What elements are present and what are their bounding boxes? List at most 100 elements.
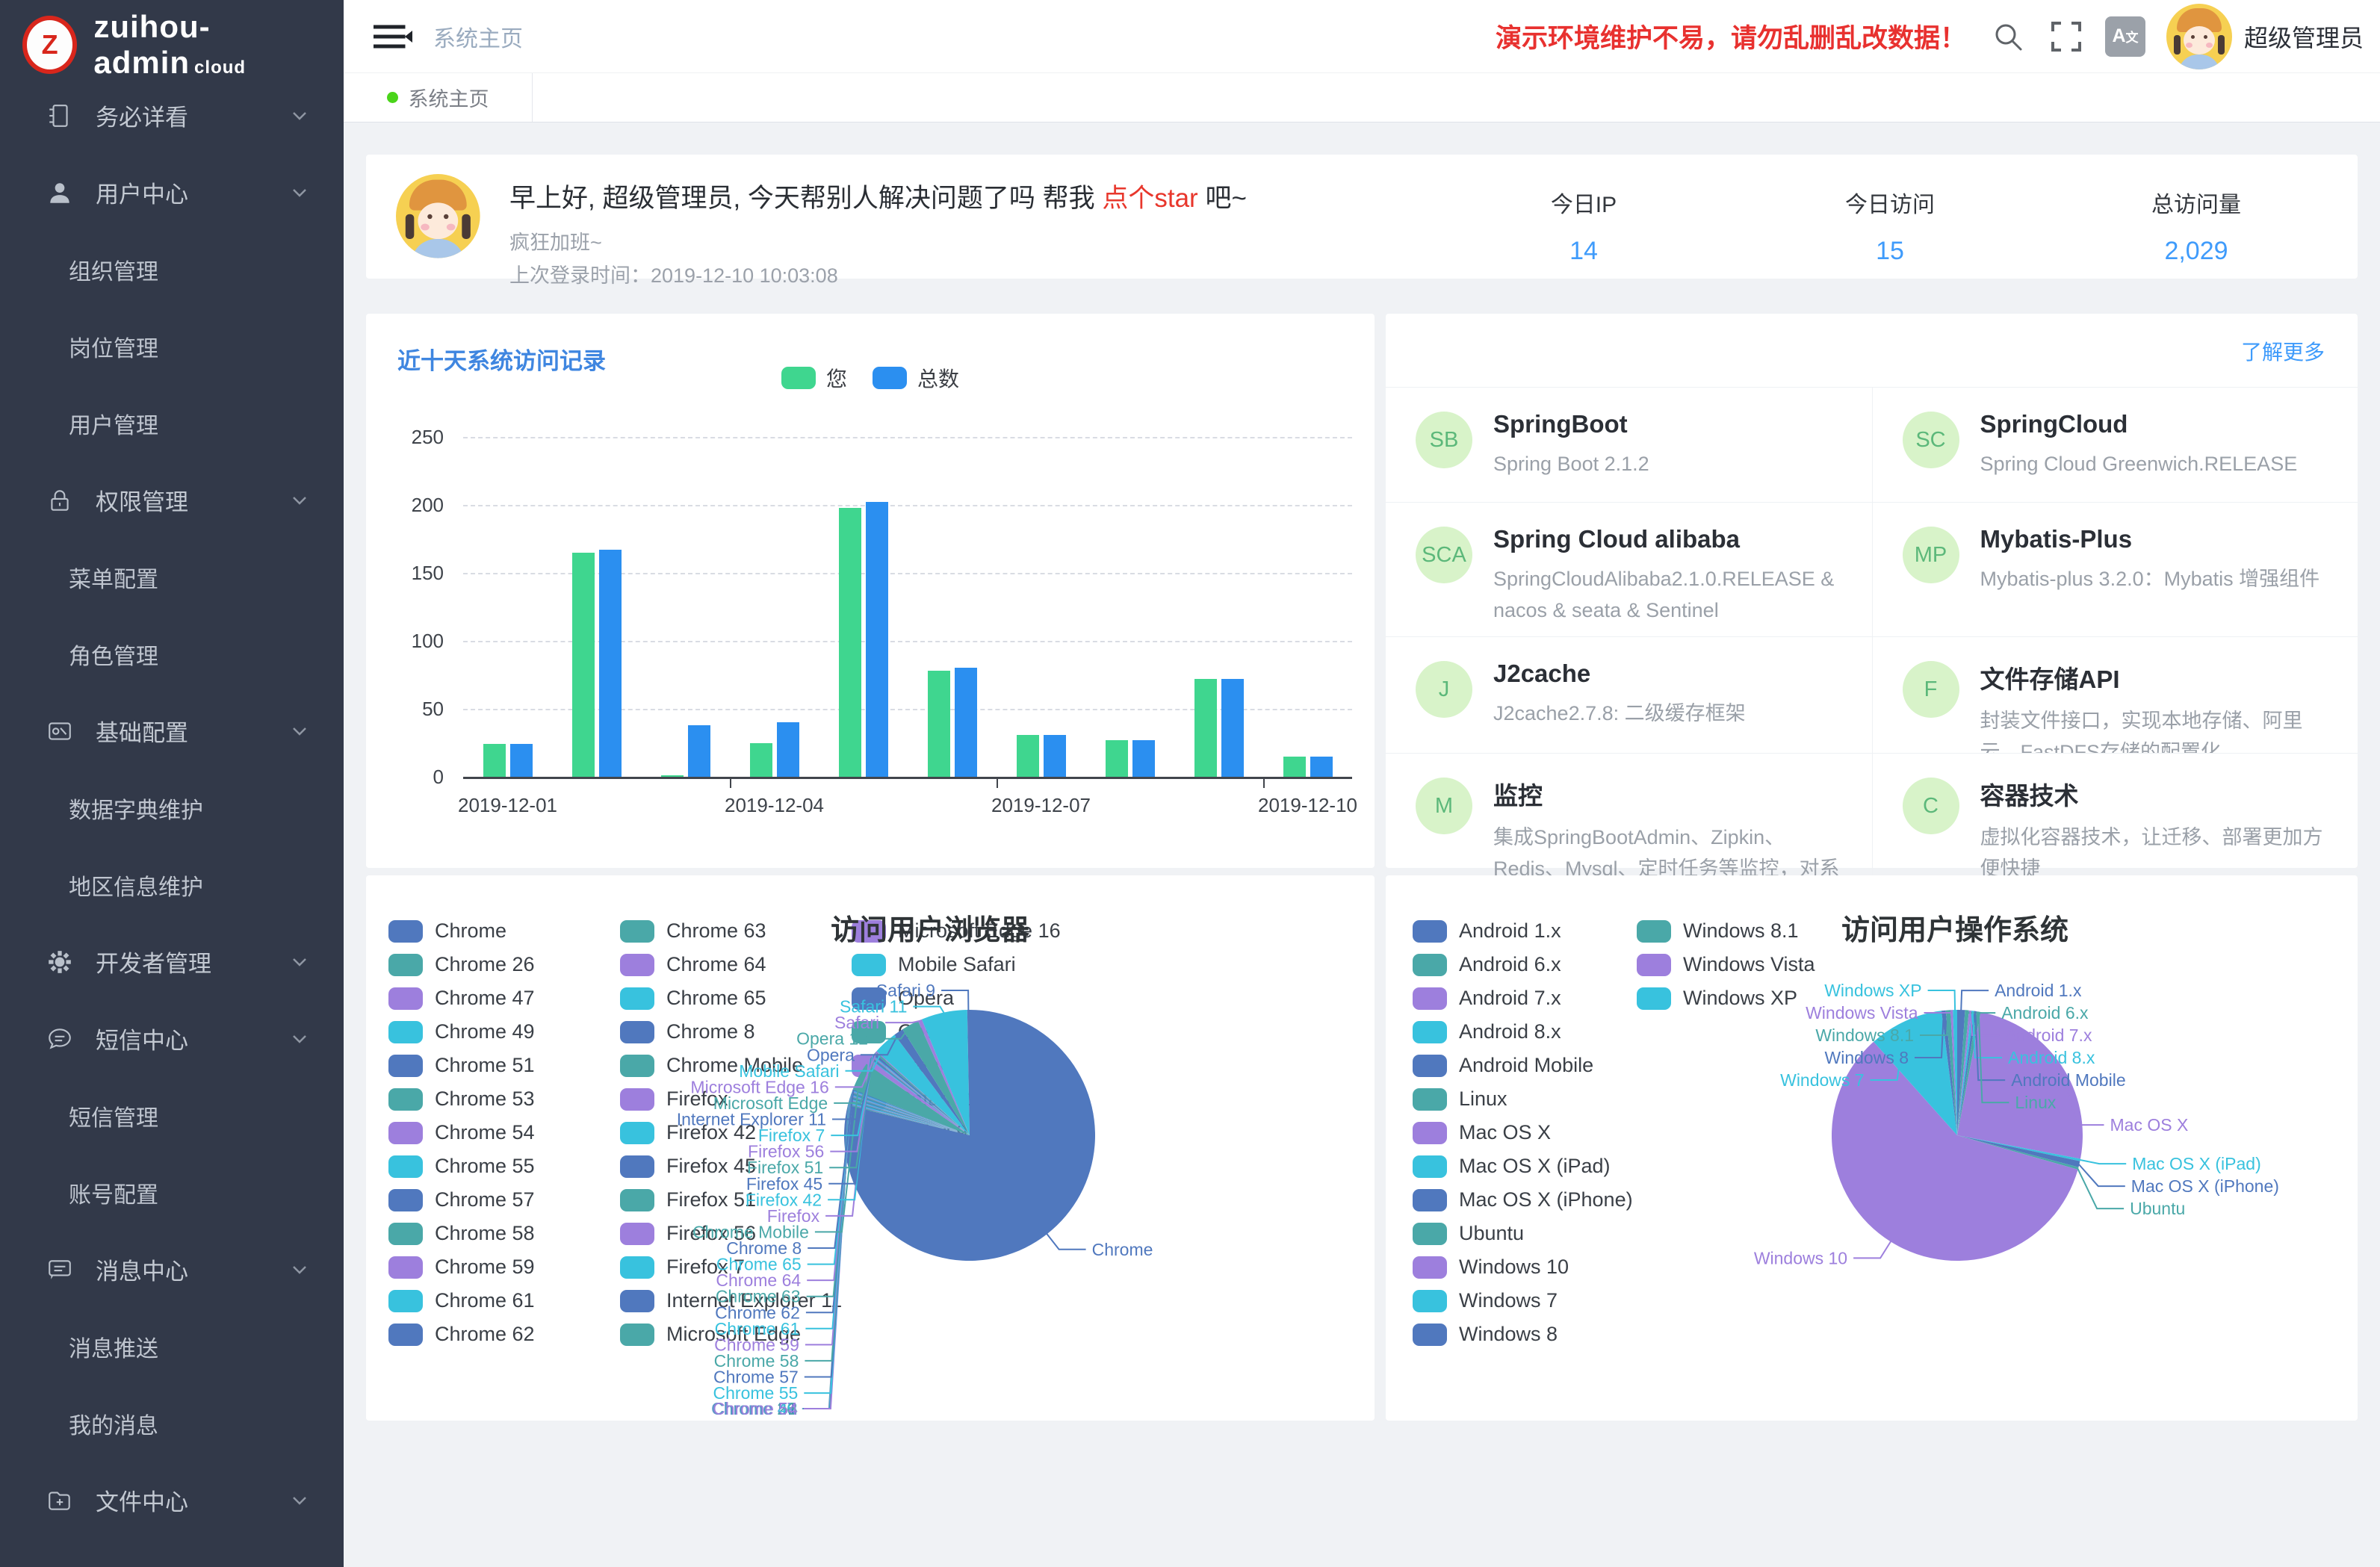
search-icon[interactable] — [1992, 20, 2024, 53]
svg-text:Mac OS X: Mac OS X — [2110, 1115, 2189, 1135]
tech-card-文件存储API: F文件存储API封装文件接口，实现本地存储、阿里云、FastDFS存储的配置化 — [1872, 636, 2358, 753]
legend-item-Mobile Safari[interactable]: Mobile Safari — [852, 948, 1083, 981]
sidebar-item-文件中心[interactable]: 文件中心 — [0, 1462, 344, 1539]
legend-item-Chrome 61[interactable]: Chrome 61 — [388, 1284, 620, 1318]
legend-item-Chrome 49[interactable]: Chrome 49 — [388, 1015, 620, 1049]
tech-abbr-badge: MP — [1903, 527, 1959, 583]
bar-您-2019-12-05 — [839, 508, 861, 777]
legend-item-Firefox[interactable]: Firefox — [620, 1082, 852, 1116]
logo-icon: Z — [22, 16, 77, 74]
legend-item-Chrome 51[interactable]: Chrome 51 — [388, 1049, 620, 1082]
legend-item-Chrome 26[interactable]: Chrome 26 — [388, 948, 620, 981]
legend-item-Chrome[interactable]: Chrome — [388, 914, 620, 948]
legend-item-Windows 7[interactable]: Windows 7 — [1413, 1284, 1637, 1318]
legend-item-Windows 10[interactable]: Windows 10 — [1413, 1250, 1637, 1284]
legend-item-Microsoft Edge[interactable]: Microsoft Edge — [620, 1318, 852, 1351]
legend-item-Windows XP[interactable]: Windows XP — [1637, 981, 1861, 1015]
sidebar-item-务必详看[interactable]: 务必详看 — [0, 77, 344, 154]
legend-item-Chrome 62[interactable]: Chrome 62 — [388, 1318, 620, 1351]
legend-item-Chrome 57[interactable]: Chrome 57 — [388, 1183, 620, 1217]
legend-item-Chrome 64[interactable]: Chrome 64 — [620, 948, 852, 981]
legend-item-Mac OS X (iPad)[interactable]: Mac OS X (iPad) — [1413, 1149, 1637, 1183]
collapse-sidebar-icon[interactable] — [374, 23, 412, 50]
sidebar-subitem-地区信息维护[interactable]: 地区信息维护 — [0, 846, 344, 923]
bar-总数-2019-12-02 — [599, 550, 622, 777]
legend-item-Linux[interactable]: Linux — [1413, 1082, 1637, 1116]
sidebar-subitem-消息推送[interactable]: 消息推送 — [0, 1308, 344, 1385]
chevron-down-icon — [288, 1028, 311, 1050]
chevron-down-icon — [288, 1489, 311, 1512]
chevron-down-icon — [288, 951, 311, 973]
sidebar-subitem-数据字典维护[interactable]: 数据字典维护 — [0, 769, 344, 846]
legend-item-Chrome 58[interactable]: Chrome 58 — [388, 1217, 620, 1250]
legend-item-总数[interactable]: 总数 — [873, 363, 959, 393]
legend-item-Android 1.x[interactable]: Android 1.x — [1413, 914, 1637, 948]
sidebar-item-消息中心[interactable]: 消息中心 — [0, 1231, 344, 1308]
bar-总数-2019-12-10 — [1310, 757, 1333, 777]
sidebar-subitem-我的消息[interactable]: 我的消息 — [0, 1385, 344, 1462]
legend-item-Chrome 59[interactable]: Chrome 59 — [388, 1250, 620, 1284]
tech-abbr-badge: SCA — [1416, 527, 1472, 583]
sidebar-subitem-短信管理[interactable]: 短信管理 — [0, 1077, 344, 1154]
learn-more-link[interactable]: 了解更多 — [2241, 336, 2325, 366]
sidebar-item-短信中心[interactable]: 短信中心 — [0, 1000, 344, 1077]
tab-system-home[interactable]: 系统主页 — [344, 73, 533, 122]
bar-您-2019-12-07 — [1017, 735, 1039, 777]
legend-item-Windows 8[interactable]: Windows 8 — [1413, 1318, 1637, 1351]
sidebar-subitem-岗位管理[interactable]: 岗位管理 — [0, 308, 344, 385]
legend-item-Android Mobile[interactable]: Android Mobile — [1413, 1049, 1637, 1082]
user-avatar[interactable] — [2166, 4, 2232, 69]
tech-card-SpringCloud: SCSpringCloudSpring Cloud Greenwich.RELE… — [1872, 387, 2358, 502]
sidebar-subitem-组织管理[interactable]: 组织管理 — [0, 231, 344, 308]
legend-item-Safari 11[interactable]: Safari 11 — [852, 1082, 1083, 1116]
legend-item-Chrome 55[interactable]: Chrome 55 — [388, 1149, 620, 1183]
tech-stack-card: 了解更多 SBSpringBootSpring Boot 2.1.2SCSpri… — [1386, 314, 2358, 868]
legend-item-您[interactable]: 您 — [781, 363, 847, 393]
legend-item-Safari 9[interactable]: Safari 9 — [852, 1116, 1083, 1149]
legend-item-Android 6.x[interactable]: Android 6.x — [1413, 948, 1637, 981]
legend-item-Chrome 54[interactable]: Chrome 54 — [388, 1116, 620, 1149]
page: Z zuihou-admincloud 务必详看用户中心组织管理岗位管理用户管理… — [0, 0, 2380, 1567]
legend-item-Chrome 65[interactable]: Chrome 65 — [620, 981, 852, 1015]
legend-item-Chrome 63[interactable]: Chrome 63 — [620, 914, 852, 948]
legend-item-Mac OS X (iPhone)[interactable]: Mac OS X (iPhone) — [1413, 1183, 1637, 1217]
chevron-down-icon — [288, 720, 311, 742]
legend-item-Android 7.x[interactable]: Android 7.x — [1413, 981, 1637, 1015]
legend-item-Microsoft Edge 16[interactable]: Microsoft Edge 16 — [852, 914, 1083, 948]
legend-item-Opera[interactable]: Opera — [852, 981, 1083, 1015]
legend-item-Firefox 7[interactable]: Firefox 7 — [620, 1250, 852, 1284]
sidebar-item-权限管理[interactable]: 权限管理 — [0, 462, 344, 539]
sidebar-item-开发者管理[interactable]: 开发者管理 — [0, 923, 344, 1000]
legend-item-Windows 8.1[interactable]: Windows 8.1 — [1637, 914, 1861, 948]
sidebar-subitem-菜单配置[interactable]: 菜单配置 — [0, 539, 344, 615]
legend-item-Ubuntu[interactable]: Ubuntu — [1413, 1217, 1637, 1250]
legend-item-Windows Vista[interactable]: Windows Vista — [1637, 948, 1861, 981]
username-label[interactable]: 超级管理员 — [2244, 19, 2364, 54]
legend-item-Firefox 51[interactable]: Firefox 51 — [620, 1183, 852, 1217]
app-logo[interactable]: Z zuihou-admincloud — [0, 0, 344, 90]
chat-icon — [46, 1025, 73, 1052]
fullscreen-icon[interactable] — [2050, 20, 2083, 53]
legend-item-Safari[interactable]: Safari — [852, 1049, 1083, 1082]
legend-item-Firefox 42[interactable]: Firefox 42 — [620, 1116, 852, 1149]
app-title: zuihou-admincloud — [93, 9, 344, 81]
sidebar-item-基础配置[interactable]: 基础配置 — [0, 692, 344, 769]
legend-item-Firefox 56[interactable]: Firefox 56 — [620, 1217, 852, 1250]
legend-item-Chrome 47[interactable]: Chrome 47 — [388, 981, 620, 1015]
star-link[interactable]: 点个star — [1102, 184, 1197, 213]
user-icon — [46, 179, 73, 206]
legend-item-Chrome 53[interactable]: Chrome 53 — [388, 1082, 620, 1116]
sidebar-subitem-用户管理[interactable]: 用户管理 — [0, 385, 344, 462]
legend-item-Mac OS X[interactable]: Mac OS X — [1413, 1116, 1637, 1149]
legend-item-Chrome 8[interactable]: Chrome 8 — [620, 1015, 852, 1049]
sidebar-subitem-账号配置[interactable]: 账号配置 — [0, 1154, 344, 1231]
stat-today-ip: 今日IP14 — [1502, 155, 1666, 266]
legend-item-Internet Explorer 11[interactable]: Internet Explorer 11 — [620, 1284, 852, 1318]
legend-item-Chrome Mobile[interactable]: Chrome Mobile — [620, 1049, 852, 1082]
legend-item-Opera 12[interactable]: Opera 12 — [852, 1015, 1083, 1049]
legend-item-Android 8.x[interactable]: Android 8.x — [1413, 1015, 1637, 1049]
sidebar-subitem-角色管理[interactable]: 角色管理 — [0, 615, 344, 692]
sidebar-item-用户中心[interactable]: 用户中心 — [0, 154, 344, 231]
translate-icon[interactable]: A文 — [2105, 16, 2145, 57]
legend-item-Firefox 45[interactable]: Firefox 45 — [620, 1149, 852, 1183]
